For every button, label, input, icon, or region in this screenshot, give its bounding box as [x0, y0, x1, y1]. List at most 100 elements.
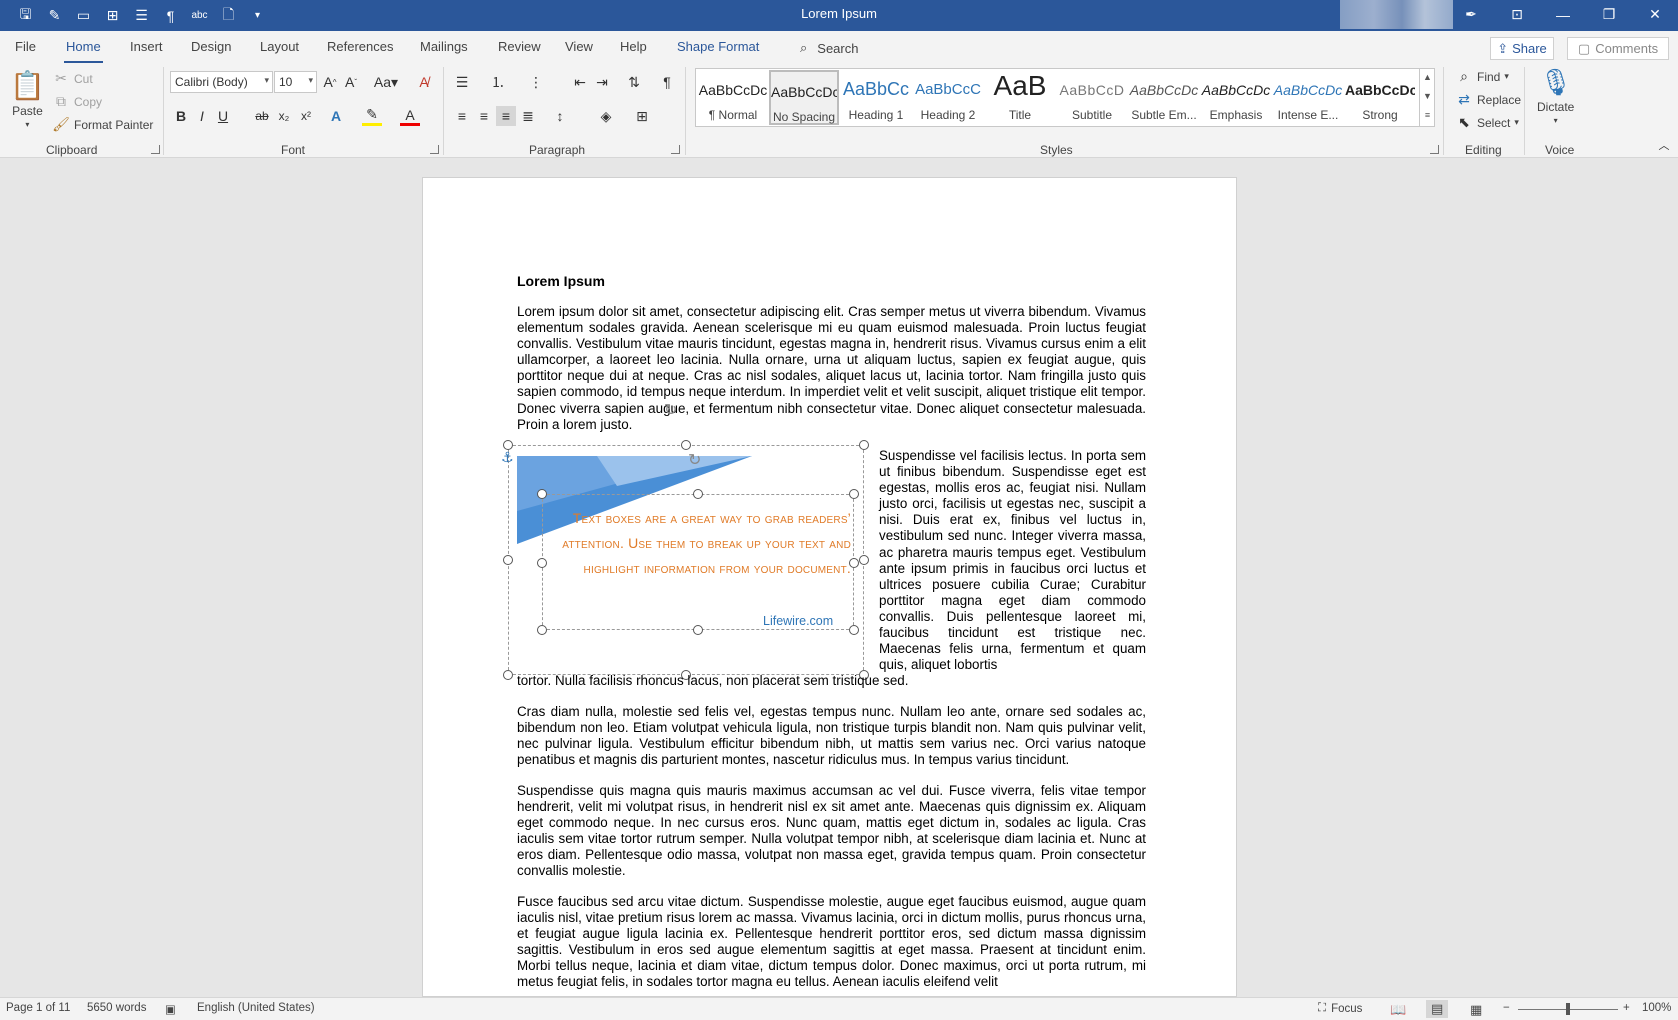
- pen-icon[interactable]: ✒: [1448, 0, 1494, 29]
- resize-handle[interactable]: [693, 625, 703, 635]
- more-styles-icon[interactable]: ≡: [1420, 106, 1435, 125]
- zoom-in-icon[interactable]: +: [1623, 1002, 1630, 1014]
- rotate-handle-icon[interactable]: ↻: [664, 400, 677, 420]
- style-normal[interactable]: AaBbCcDc ¶ Normal: [698, 70, 768, 125]
- web-layout-icon[interactable]: ▦: [1470, 1002, 1482, 1018]
- sort-icon[interactable]: ⇅: [624, 72, 644, 92]
- font-color-icon[interactable]: A: [400, 106, 420, 126]
- tab-review[interactable]: Review: [498, 39, 541, 54]
- tab-design[interactable]: Design: [191, 39, 231, 54]
- tab-shape-format[interactable]: Shape Format: [677, 39, 759, 54]
- resize-handle[interactable]: [693, 489, 703, 499]
- search-box[interactable]: ⌕ Search: [800, 40, 858, 56]
- decrease-indent-icon[interactable]: ⇤: [570, 72, 590, 92]
- close-icon[interactable]: ✕: [1632, 0, 1678, 29]
- proofing-icon[interactable]: ▣: [165, 1002, 176, 1016]
- language-status[interactable]: English (United States): [197, 1002, 315, 1014]
- resize-handle[interactable]: [503, 440, 513, 450]
- align-right-icon[interactable]: ≡: [496, 106, 516, 126]
- numbering-icon[interactable]: ⒈: [488, 72, 508, 92]
- ribbon-display-icon[interactable]: ⊡: [1494, 0, 1540, 29]
- italic-icon[interactable]: I: [192, 106, 212, 126]
- document-page[interactable]: Lorem Ipsum Lorem ipsum dolor sit amet, …: [422, 177, 1237, 997]
- style-heading-1[interactable]: AaBbCc Heading 1: [841, 70, 911, 125]
- paste-button[interactable]: 📋 Paste ▾: [10, 69, 45, 129]
- tab-view[interactable]: View: [565, 39, 593, 54]
- replace-button[interactable]: ⇄ Replace: [1455, 91, 1521, 108]
- resize-handle[interactable]: [537, 558, 547, 568]
- textbox-quote[interactable]: Text boxes are a great way to grab reade…: [545, 506, 851, 581]
- justify-icon[interactable]: ≣: [518, 106, 538, 126]
- font-launcher-icon[interactable]: [430, 145, 439, 154]
- bullets-icon[interactable]: ☰: [452, 72, 472, 92]
- align-left-icon[interactable]: ≡: [452, 106, 472, 126]
- read-mode-icon[interactable]: 📖: [1390, 1002, 1406, 1018]
- tab-insert[interactable]: Insert: [130, 39, 163, 54]
- collapse-ribbon-icon[interactable]: ︿: [1654, 135, 1674, 155]
- tab-layout[interactable]: Layout: [260, 39, 299, 54]
- page-count[interactable]: Page 1 of 11: [6, 1002, 70, 1014]
- resize-handle[interactable]: [849, 489, 859, 499]
- line-spacing-icon[interactable]: ↕: [550, 106, 570, 126]
- change-case-button[interactable]: Aa ▾: [370, 72, 402, 92]
- chevron-down-icon[interactable]: ▼: [1420, 87, 1435, 106]
- style-subtitle[interactable]: AaBbCcD Subtitle: [1057, 70, 1127, 125]
- print-layout-icon[interactable]: ▤: [1426, 1000, 1449, 1018]
- style-heading-2[interactable]: AaBbCcC Heading 2: [913, 70, 983, 125]
- resize-handle[interactable]: [859, 440, 869, 450]
- zoom-level[interactable]: 100%: [1642, 1002, 1671, 1014]
- copy-button[interactable]: ⧉ Copy: [52, 93, 102, 110]
- align-center-icon[interactable]: ≡: [474, 106, 494, 126]
- increase-indent-icon[interactable]: ⇥: [592, 72, 612, 92]
- borders-icon[interactable]: ⊞: [632, 106, 652, 126]
- resize-handle[interactable]: [503, 670, 513, 680]
- underline-icon[interactable]: U: [213, 106, 233, 126]
- textbox-credit[interactable]: Lifewire.com: [763, 614, 833, 628]
- comments-button[interactable]: ▢ Comments: [1567, 37, 1669, 60]
- superscript-icon[interactable]: x²: [296, 106, 316, 126]
- style-subtle-emphasis[interactable]: AaBbCcDc Subtle Em...: [1129, 70, 1199, 125]
- shading-icon[interactable]: ◈: [596, 106, 616, 126]
- font-family-combo[interactable]: Calibri (Body) ▾: [170, 71, 273, 93]
- clipboard-launcher-icon[interactable]: [151, 145, 160, 154]
- focus-button[interactable]: ⛶ Focus: [1318, 1002, 1362, 1015]
- style-no-spacing[interactable]: AaBbCcDc No Spacing: [769, 70, 839, 125]
- subscript-icon[interactable]: x₂: [274, 106, 294, 126]
- show-marks-icon[interactable]: ¶: [657, 72, 677, 92]
- rotate-handle-icon[interactable]: ↻: [688, 450, 701, 470]
- clear-formatting-icon[interactable]: A̸: [414, 72, 434, 92]
- find-button[interactable]: ⌕ Find ▾: [1455, 68, 1509, 85]
- paragraph-launcher-icon[interactable]: [671, 145, 680, 154]
- anchor-icon[interactable]: ⚓: [501, 449, 514, 466]
- tab-help[interactable]: Help: [620, 39, 647, 54]
- account-avatar[interactable]: [1340, 0, 1453, 29]
- dictate-button[interactable]: 🎙 Dictate ▾: [1537, 67, 1574, 125]
- resize-handle[interactable]: [503, 555, 513, 565]
- resize-handle[interactable]: [849, 625, 859, 635]
- cut-button[interactable]: ✂ Cut: [52, 70, 93, 87]
- resize-handle[interactable]: [537, 625, 547, 635]
- tab-mailings[interactable]: Mailings: [420, 39, 468, 54]
- resize-handle[interactable]: [681, 440, 691, 450]
- word-count[interactable]: 5650 words: [87, 1002, 146, 1014]
- select-button[interactable]: ⬉ Select ▾: [1455, 114, 1519, 131]
- resize-handle[interactable]: [849, 558, 859, 568]
- multilevel-list-icon[interactable]: ⋮: [526, 72, 546, 92]
- style-strong[interactable]: AaBbCcDc Strong: [1345, 70, 1415, 125]
- resize-handle[interactable]: [859, 555, 869, 565]
- grow-font-icon[interactable]: A ^: [320, 72, 340, 92]
- shrink-font-icon[interactable]: Aˇ: [341, 72, 361, 92]
- zoom-slider-thumb[interactable]: [1566, 1003, 1570, 1015]
- style-emphasis[interactable]: AaBbCcDc Emphasis: [1201, 70, 1271, 125]
- bold-icon[interactable]: B: [171, 106, 191, 126]
- restore-icon[interactable]: ❐: [1586, 0, 1632, 29]
- strikethrough-icon[interactable]: ab: [252, 106, 272, 126]
- highlight-icon[interactable]: ✎: [362, 106, 382, 126]
- resize-handle[interactable]: [537, 489, 547, 499]
- tab-file[interactable]: File: [15, 39, 36, 54]
- style-intense-emphasis[interactable]: AaBbCcDc Intense E...: [1273, 70, 1343, 125]
- style-title[interactable]: AaB Title: [985, 70, 1055, 125]
- text-effects-icon[interactable]: A: [326, 106, 346, 126]
- share-button[interactable]: ⇪ Share: [1490, 37, 1554, 60]
- zoom-out-icon[interactable]: −: [1503, 1002, 1510, 1014]
